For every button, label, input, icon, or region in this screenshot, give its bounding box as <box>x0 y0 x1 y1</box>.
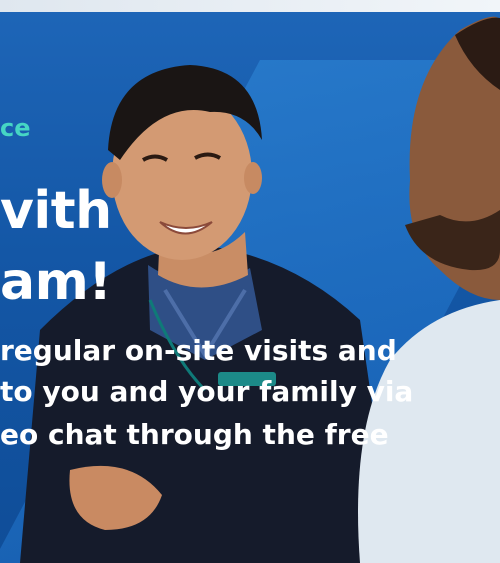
headline-line-1: vith <box>0 181 112 241</box>
body-text-line-1: regular on-site visits and <box>0 334 397 367</box>
promo-flyer: ce vith am! regular on-site visits and t… <box>0 0 500 563</box>
person-smiling-man <box>20 65 395 563</box>
headline-line-2: am! <box>0 252 112 312</box>
eyebrow-text: ce <box>0 114 31 142</box>
person-back-view <box>358 16 500 563</box>
body-text-line-3: eo chat through the free <box>0 418 389 451</box>
body-text-line-2: to you and your family via <box>0 375 414 408</box>
